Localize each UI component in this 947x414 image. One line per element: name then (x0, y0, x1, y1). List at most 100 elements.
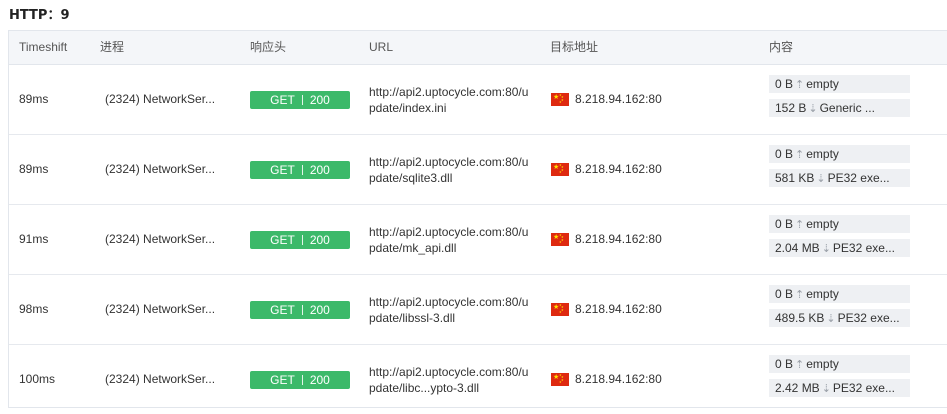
process-cell: (2324) NetworkSer... (105, 232, 216, 246)
url-cell[interactable]: http://api2.uptocycle.com:80/update/mk_a… (369, 224, 529, 256)
upload-type: empty (806, 287, 839, 301)
destination-cell[interactable]: 8.218.94.162:80 (575, 372, 662, 386)
url-cell[interactable]: http://api2.uptocycle.com:80/update/libs… (369, 294, 529, 326)
content-cell: 0 B ⇡ empty 2.42 MB ⇣ PE32 exe... (769, 355, 910, 403)
download-size: 152 B (775, 101, 807, 115)
response-badge[interactable]: GET 200 (250, 91, 350, 109)
upload-content-pill[interactable]: 0 B ⇡ empty (769, 145, 910, 163)
table-row[interactable]: 98ms (2324) NetworkSer... GET 200 http://… (9, 275, 947, 345)
china-flag-icon: ★ ★ ★ ★ ★ (551, 373, 569, 386)
download-content-pill[interactable]: 152 B ⇣ Generic ... (769, 99, 910, 117)
content-cell: 0 B ⇡ empty 152 B ⇣ Generic ... (769, 75, 910, 123)
china-flag-icon: ★ ★ ★ ★ ★ (551, 303, 569, 316)
col-destination[interactable]: 目标地址 (550, 31, 598, 64)
download-content-pill[interactable]: 2.42 MB ⇣ PE32 exe... (769, 379, 910, 397)
upload-content-pill[interactable]: 0 B ⇡ empty (769, 355, 910, 373)
method-label: GET (270, 233, 295, 247)
download-type: Generic ... (819, 101, 875, 115)
arrow-down-icon: ⇣ (826, 313, 836, 325)
destination-cell[interactable]: 8.218.94.162:80 (575, 232, 662, 246)
download-type: PE32 exe... (832, 241, 895, 255)
destination-cell[interactable]: 8.218.94.162:80 (575, 302, 662, 316)
china-flag-icon: ★ ★ ★ ★ ★ (551, 93, 569, 106)
http-table: Timeshift 进程 响应头 URL 目标地址 内容 89ms (2324)… (8, 30, 947, 408)
download-content-pill[interactable]: 2.04 MB ⇣ PE32 exe... (769, 239, 910, 257)
arrow-up-icon: ⇡ (795, 149, 805, 161)
table-row[interactable]: 100ms (2324) NetworkSer... GET 200 http:/… (9, 345, 947, 414)
timeshift-cell: 89ms (19, 162, 49, 176)
upload-size: 0 B (775, 287, 794, 301)
arrow-up-icon: ⇡ (795, 219, 805, 231)
upload-type: empty (806, 77, 839, 91)
upload-size: 0 B (775, 147, 794, 161)
arrow-down-icon: ⇣ (816, 173, 826, 185)
upload-content-pill[interactable]: 0 B ⇡ empty (769, 215, 910, 233)
download-size: 2.04 MB (775, 241, 820, 255)
url-cell[interactable]: http://api2.uptocycle.com:80/update/sqli… (369, 154, 529, 186)
timeshift-cell: 98ms (19, 302, 49, 316)
upload-type: empty (806, 217, 839, 231)
china-flag-icon: ★ ★ ★ ★ ★ (551, 233, 569, 246)
upload-type: empty (806, 357, 839, 371)
timeshift-cell: 100ms (19, 372, 56, 386)
content-cell: 0 B ⇡ empty 489.5 KB ⇣ PE32 exe... (769, 285, 910, 333)
arrow-up-icon: ⇡ (795, 79, 805, 91)
status-code: 200 (309, 303, 330, 317)
upload-size: 0 B (775, 77, 794, 91)
timeshift-cell: 89ms (19, 92, 49, 106)
col-process[interactable]: 进程 (100, 31, 124, 64)
download-type: PE32 exe... (827, 171, 890, 185)
arrow-down-icon: ⇣ (821, 383, 831, 395)
process-cell: (2324) NetworkSer... (105, 92, 216, 106)
process-cell: (2324) NetworkSer... (105, 372, 216, 386)
process-cell: (2324) NetworkSer... (105, 302, 216, 316)
response-badge[interactable]: GET 200 (250, 371, 350, 389)
china-flag-icon: ★ ★ ★ ★ ★ (551, 163, 569, 176)
status-code: 200 (309, 233, 330, 247)
response-badge[interactable]: GET 200 (250, 301, 350, 319)
destination-cell[interactable]: 8.218.94.162:80 (575, 92, 662, 106)
response-badge[interactable]: GET 200 (250, 161, 350, 179)
upload-size: 0 B (775, 357, 794, 371)
arrow-down-icon: ⇣ (821, 243, 831, 255)
status-code: 200 (309, 373, 330, 387)
download-type: PE32 exe... (837, 311, 900, 325)
method-label: GET (270, 163, 295, 177)
upload-content-pill[interactable]: 0 B ⇡ empty (769, 75, 910, 93)
url-cell[interactable]: http://api2.uptocycle.com:80/update/libc… (369, 364, 529, 396)
download-size: 2.42 MB (775, 381, 820, 395)
http-count-title: HTTP：9 (9, 8, 70, 23)
method-label: GET (270, 93, 295, 107)
process-cell: (2324) NetworkSer... (105, 162, 216, 176)
upload-type: empty (806, 147, 839, 161)
destination-cell[interactable]: 8.218.94.162:80 (575, 162, 662, 176)
arrow-down-icon: ⇣ (808, 103, 818, 115)
download-content-pill[interactable]: 581 KB ⇣ PE32 exe... (769, 169, 910, 187)
method-label: GET (270, 303, 295, 317)
table-row[interactable]: 91ms (2324) NetworkSer... GET 200 http://… (9, 205, 947, 275)
col-timeshift[interactable]: Timeshift (19, 31, 67, 64)
status-code: 200 (309, 163, 330, 177)
download-size: 581 KB (775, 171, 815, 185)
table-row[interactable]: 89ms (2324) NetworkSer... GET 200 http://… (9, 65, 947, 135)
content-cell: 0 B ⇡ empty 2.04 MB ⇣ PE32 exe... (769, 215, 910, 263)
col-content[interactable]: 内容 (769, 31, 793, 64)
arrow-up-icon: ⇡ (795, 359, 805, 371)
table-row[interactable]: 89ms (2324) NetworkSer... GET 200 http://… (9, 135, 947, 205)
upload-content-pill[interactable]: 0 B ⇡ empty (769, 285, 910, 303)
table-header: Timeshift 进程 响应头 URL 目标地址 内容 (9, 31, 947, 65)
timeshift-cell: 91ms (19, 232, 49, 246)
url-cell[interactable]: http://api2.uptocycle.com:80/update/inde… (369, 84, 529, 116)
method-label: GET (270, 373, 295, 387)
table-body: 89ms (2324) NetworkSer... GET 200 http://… (9, 65, 947, 414)
response-badge[interactable]: GET 200 (250, 231, 350, 249)
download-size: 489.5 KB (775, 311, 825, 325)
download-content-pill[interactable]: 489.5 KB ⇣ PE32 exe... (769, 309, 910, 327)
col-response-header[interactable]: 响应头 (250, 31, 286, 64)
download-type: PE32 exe... (832, 381, 895, 395)
upload-size: 0 B (775, 217, 794, 231)
status-code: 200 (309, 93, 330, 107)
col-url[interactable]: URL (369, 31, 393, 64)
arrow-up-icon: ⇡ (795, 289, 805, 301)
content-cell: 0 B ⇡ empty 581 KB ⇣ PE32 exe... (769, 145, 910, 193)
